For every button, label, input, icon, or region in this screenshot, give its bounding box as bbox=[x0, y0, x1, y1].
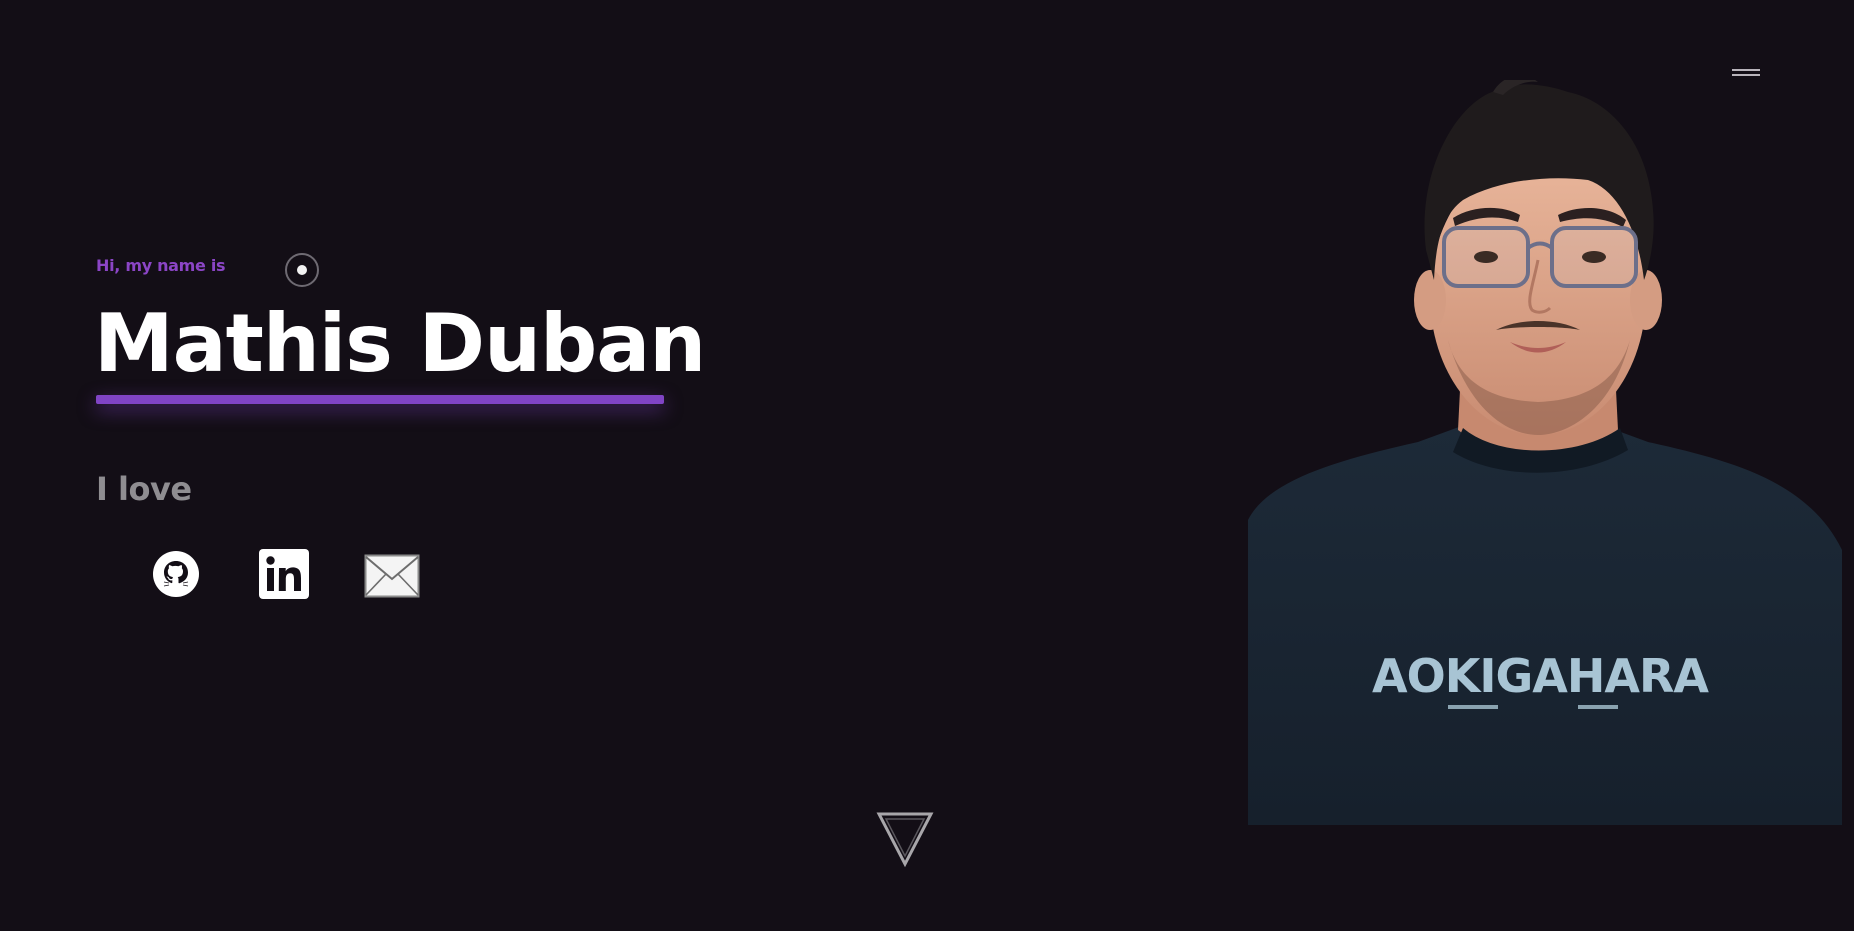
name-heading: Mathis Duban bbox=[94, 297, 706, 390]
github-link[interactable] bbox=[152, 550, 200, 598]
scroll-down-button[interactable] bbox=[876, 810, 934, 868]
custom-cursor bbox=[285, 253, 319, 287]
name-underline bbox=[96, 395, 664, 404]
love-text: I love bbox=[96, 470, 192, 508]
custom-cursor-dot bbox=[297, 265, 307, 275]
github-icon bbox=[153, 551, 199, 597]
greeting-text: Hi, my name is bbox=[96, 256, 226, 275]
menu-line-bottom bbox=[1732, 74, 1760, 76]
menu-button[interactable] bbox=[1728, 64, 1762, 78]
email-icon bbox=[364, 554, 420, 598]
shirt-print: AOKIGAHARA bbox=[1372, 649, 1709, 703]
linkedin-link[interactable] bbox=[258, 548, 310, 600]
email-link[interactable] bbox=[364, 554, 420, 598]
down-triangle-icon bbox=[876, 812, 934, 868]
menu-line-top bbox=[1732, 69, 1760, 71]
portrait-photo: AOKIGAHARA bbox=[1248, 75, 1842, 825]
linkedin-icon bbox=[259, 549, 309, 599]
